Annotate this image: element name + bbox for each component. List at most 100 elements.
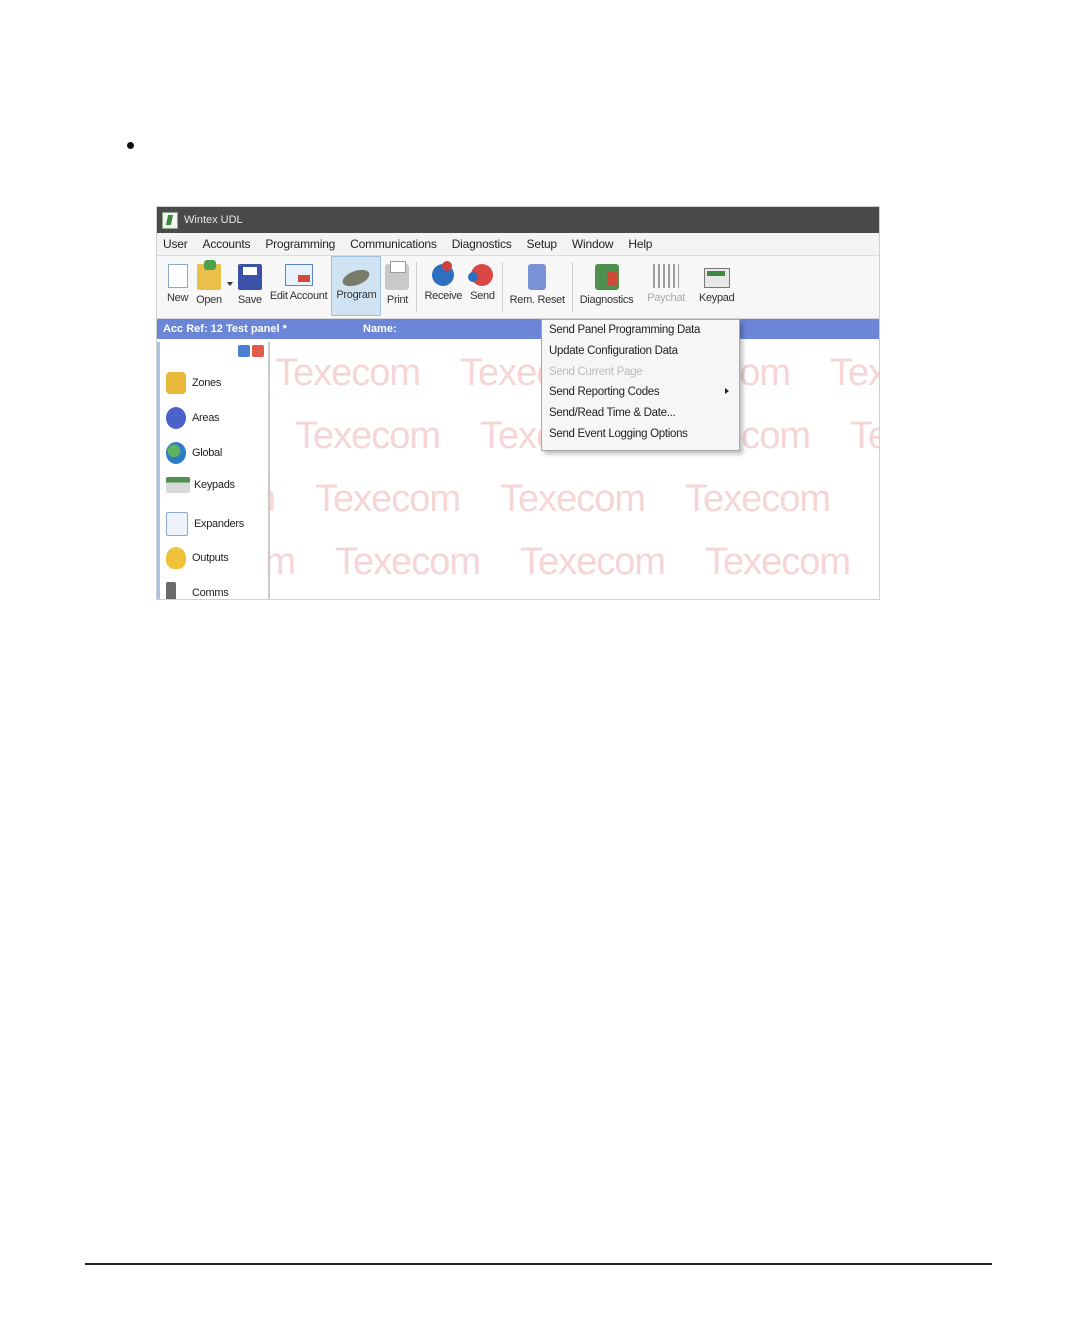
receive-label: Receive	[424, 290, 463, 302]
watermark-text: Texecom	[520, 541, 666, 583]
new-button[interactable]: New	[163, 256, 192, 316]
printer-icon	[385, 261, 410, 290]
bulb-icon	[166, 547, 186, 569]
watermark-text: Texecom	[295, 415, 441, 457]
watermark-text: Texecom	[275, 352, 421, 394]
new-label: New	[167, 292, 189, 304]
menu-item-send-current-page: Send Current Page	[549, 366, 643, 378]
submenu-arrow-icon	[725, 388, 729, 394]
receive-button[interactable]: Receive	[420, 256, 466, 316]
wintex-screenshot: Wintex UDL User Accounts Programming Com…	[157, 207, 879, 599]
program-label: Program	[336, 289, 377, 301]
title-bar: Wintex UDL	[157, 207, 879, 233]
watermark-text: Texecom	[270, 478, 276, 521]
watermark-text: Texecom	[315, 478, 461, 520]
diagnostics-button[interactable]: Diagnostics	[576, 256, 638, 316]
send-dropdown-menu: Send Panel Programming Data Update Confi…	[541, 319, 740, 451]
watermark-text: Texecom	[685, 478, 831, 520]
sidebar-item-label: Zones	[192, 377, 222, 389]
sidebar-item-comms[interactable]: Comms	[166, 582, 229, 599]
menu-user[interactable]: User	[163, 237, 188, 251]
areas-icon	[166, 407, 186, 429]
watermark-text: Texecom	[270, 541, 296, 583]
chevron-down-icon	[226, 282, 233, 286]
menu-diagnostics[interactable]: Diagnostics	[452, 237, 512, 251]
receive-icon	[432, 261, 455, 286]
comms-icon	[166, 582, 176, 599]
account-name-label: Name:	[363, 323, 397, 335]
toolbar: New Open Save Edit Account Program Print	[157, 256, 879, 319]
account-ref: Acc Ref: 12 Test panel *	[163, 323, 287, 335]
edit-account-icon	[284, 264, 313, 286]
sidebar-item-global[interactable]: Global	[166, 442, 222, 464]
save-button[interactable]: Save	[234, 256, 266, 316]
menu-item-send-read-time-date[interactable]: Send/Read Time & Date...	[549, 407, 676, 419]
edit-account-button[interactable]: Edit Account	[266, 256, 332, 316]
menu-item-send-event-logging-options[interactable]: Send Event Logging Options	[549, 428, 688, 440]
sidebar-item-label: Comms	[192, 587, 229, 599]
keypad-button[interactable]: Keypad	[695, 256, 739, 316]
sidebar-item-zones[interactable]: Zones	[166, 372, 221, 394]
send-button[interactable]: Send	[466, 256, 499, 316]
menu-item-update-configuration-data[interactable]: Update Configuration Data	[549, 345, 678, 357]
keypad-label: Keypad	[698, 292, 735, 304]
app-icon	[162, 211, 178, 229]
sidebar-item-label: Outputs	[192, 552, 229, 564]
keypad-icon	[166, 477, 190, 493]
paychat-icon	[653, 264, 680, 288]
send-icon	[468, 264, 494, 286]
open-dropdown-arrow[interactable]	[226, 256, 234, 316]
diagnostics-label: Diagnostics	[579, 294, 634, 306]
program-chip-icon	[340, 266, 372, 290]
save-label: Save	[237, 294, 262, 306]
menu-window[interactable]: Window	[572, 237, 614, 251]
diagnostics-icon	[594, 264, 619, 290]
paychat-label: Paychat	[647, 292, 685, 304]
watermark-text: Texecom	[705, 541, 851, 583]
sidebar-item-label: Expanders	[194, 518, 244, 530]
watermark-text: Texecom	[335, 541, 481, 583]
new-document-icon	[167, 264, 188, 288]
menu-help[interactable]: Help	[628, 237, 652, 251]
floppy-disk-icon	[237, 264, 262, 290]
sidebar-item-label: Keypads	[194, 479, 235, 491]
menu-item-send-reporting-codes[interactable]: Send Reporting Codes	[549, 386, 660, 398]
open-button[interactable]: Open	[192, 256, 226, 316]
print-button[interactable]: Print	[381, 256, 413, 316]
reset-icon	[528, 264, 547, 290]
sidebar-item-keypads[interactable]: Keypads	[166, 477, 235, 493]
bullet-point	[127, 142, 134, 149]
menu-programming[interactable]: Programming	[265, 237, 335, 251]
sidebar-item-areas[interactable]: Areas	[166, 407, 220, 429]
edit-account-label: Edit Account	[269, 290, 328, 302]
open-label: Open	[196, 294, 222, 306]
sidebar-item-label: Areas	[192, 412, 220, 424]
toolbar-separator	[416, 262, 418, 312]
toolbar-separator	[501, 262, 503, 312]
sidebar-item-label: Global	[192, 447, 222, 459]
paychat-button[interactable]: Paychat	[637, 256, 695, 316]
navigation-panel: Zones Areas Global Keypads Expanders Out…	[157, 342, 270, 599]
print-label: Print	[386, 294, 409, 306]
sidebar-item-expanders[interactable]: Expanders	[166, 512, 244, 536]
restore-icon[interactable]	[238, 345, 250, 357]
menu-accounts[interactable]: Accounts	[203, 237, 251, 251]
menu-communications[interactable]: Communications	[350, 237, 437, 251]
rem-reset-button[interactable]: Rem. Reset	[506, 256, 569, 316]
close-icon[interactable]	[252, 345, 264, 357]
rem-reset-label: Rem. Reset	[509, 294, 565, 306]
globe-icon	[166, 442, 186, 464]
toolbar-separator	[571, 262, 573, 312]
keypad-icon	[703, 268, 730, 288]
program-button[interactable]: Program	[331, 256, 382, 316]
window-title: Wintex UDL	[184, 214, 243, 226]
sidebar-item-outputs[interactable]: Outputs	[166, 547, 229, 569]
expander-icon	[166, 512, 188, 536]
menu-setup[interactable]: Setup	[527, 237, 558, 251]
watermark-text: Texecom	[850, 415, 879, 457]
padlock-icon	[166, 372, 186, 394]
open-folder-icon	[196, 260, 221, 290]
page-divider	[85, 1263, 992, 1265]
menu-bar: User Accounts Programming Communications…	[157, 233, 879, 256]
menu-item-send-panel-programming-data[interactable]: Send Panel Programming Data	[549, 324, 700, 336]
